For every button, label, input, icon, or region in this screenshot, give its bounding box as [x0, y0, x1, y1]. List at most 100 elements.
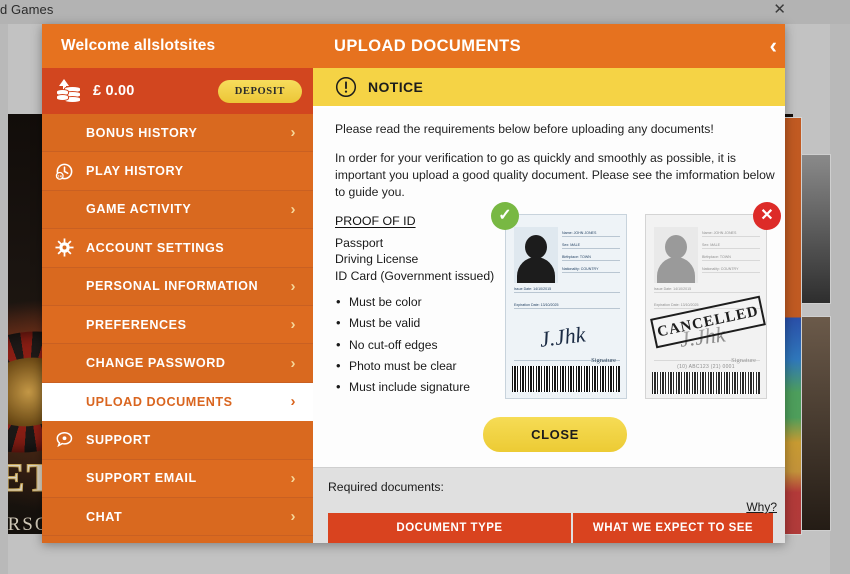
why-link[interactable]: Why?	[746, 500, 777, 514]
clock-icon: 24	[42, 162, 86, 181]
account-modal: Welcome allslotsites £ 0.00 DEPOSIT BONU…	[42, 24, 785, 543]
page-title: UPLOAD DOCUMENTS	[334, 36, 521, 55]
sidebar-item-label: CHANGE PASSWORD	[86, 356, 226, 371]
table-column-header: DOCUMENT TYPE	[328, 513, 571, 543]
browser-tab-bar: d Games ✕	[0, 0, 850, 24]
sidebar-item-support-email[interactable]: SUPPORT EMAIL ›	[42, 459, 313, 498]
barcode-icon	[652, 371, 760, 394]
sidebar-item-preferences[interactable]: PREFERENCES ›	[42, 305, 313, 345]
sidebar-item-label: PLAY HISTORY	[86, 164, 184, 179]
balance-amount: £ 0.00	[93, 83, 135, 99]
notice-label: NOTICE	[368, 79, 424, 95]
sidebar-item-label: BONUS HISTORY	[86, 125, 198, 140]
requirement-item: Must be valid	[335, 316, 503, 338]
chevron-right-icon: ›	[290, 124, 296, 142]
id-field-sex: Sex: MALE	[562, 243, 620, 249]
table-column-header: WHAT WE EXPECT TO SEE	[573, 513, 773, 543]
sidebar-item-chat[interactable]: CHAT ›	[42, 497, 313, 537]
document-type-line: Passport	[335, 235, 384, 250]
id-field-nationality: Nationality: COUNTRY	[702, 267, 760, 273]
deposit-button[interactable]: DEPOSIT	[217, 79, 302, 103]
id-field-nationality: Nationality: COUNTRY	[562, 267, 620, 273]
sidebar-item-upload-documents[interactable]: UPLOAD DOCUMENTS ›	[42, 382, 313, 422]
document-type-line: Driving License	[335, 252, 419, 267]
chevron-right-icon: ›	[290, 316, 296, 334]
requirement-item: Must include signature	[335, 380, 503, 402]
id-field-birthplace: Birthplace: TOWN	[702, 255, 760, 261]
id-field-sex: Sex: MALE	[702, 243, 760, 249]
gear-icon	[42, 238, 86, 257]
signature-label: Signature	[731, 356, 756, 364]
sidebar-menu: BONUS HISTORY › 24 PLAY HISTORY GAME ACTIVIT…	[42, 114, 313, 543]
id-card-cancelled: Name: JOHN JONES Sex: MALE Birthplace: T…	[645, 213, 767, 399]
chat-icon	[42, 430, 86, 449]
requirement-item: Must be color	[335, 295, 503, 317]
sidebar-item-change-password[interactable]: CHANGE PASSWORD ›	[42, 344, 313, 383]
sidebar-item-support[interactable]: SUPPORT	[42, 421, 313, 460]
sidebar-item-bonus-history[interactable]: BONUS HISTORY ›	[42, 114, 313, 153]
chevron-right-icon: ›	[290, 508, 296, 526]
proof-of-id-title: PROOF OF ID	[335, 213, 416, 228]
coins-icon	[56, 79, 82, 103]
barcode-icon	[512, 365, 620, 392]
chevron-right-icon: ›	[290, 469, 296, 487]
sidebar-item-label: SUPPORT	[86, 432, 151, 447]
sidebar-item-label: ACCOUNT SETTINGS	[86, 240, 225, 255]
requirement-item: No cut-off edges	[335, 338, 503, 360]
right-thumbnail-1	[801, 154, 831, 304]
close-icon[interactable]: ✕	[773, 2, 786, 18]
proof-of-id-section: PROOF OF ID Passport Driving License ID Ca…	[335, 201, 781, 403]
signature-label: Signature	[591, 356, 616, 364]
signature-scrawl: J.Jhk	[538, 321, 587, 352]
id-field-expiration-date: Expiration Date: 13/10/2025	[514, 303, 620, 309]
required-documents-section: Required documents: Why? DOCUMENT TYPE WH…	[313, 467, 785, 543]
content-body: Please read the requirements below befor…	[313, 108, 785, 467]
required-documents-table-header: DOCUMENT TYPE WHAT WE EXPECT TO SEE	[328, 513, 777, 543]
right-thumbnail-2	[801, 316, 831, 531]
requirement-item: Photo must be clear	[335, 359, 503, 381]
browser-tab-title: d Games	[0, 2, 54, 17]
svg-text:24: 24	[57, 174, 62, 178]
sidebar-item-label: GAME ACTIVITY	[86, 202, 192, 217]
content-header: UPLOAD DOCUMENTS ‹	[313, 24, 785, 68]
chevron-right-icon: ›	[290, 354, 296, 372]
close-button-row: CLOSE	[335, 416, 775, 466]
id-field-name: Name: JOHN JONES	[562, 231, 620, 237]
id-field-birthplace: Birthplace: TOWN	[562, 255, 620, 261]
chevron-right-icon: ›	[290, 200, 296, 218]
chevron-right-icon: ›	[290, 393, 296, 411]
notice-bar: NOTICE	[313, 68, 785, 108]
sidebar-item-play-history[interactable]: 24 PLAY HISTORY	[42, 152, 313, 191]
lead-text-secondary: In order for your verification to go as …	[335, 150, 775, 200]
id-field-issue-date: Issue Date: 14/10/2015	[514, 287, 620, 293]
id-field-name: Name: JOHN JONES	[702, 231, 760, 237]
accepted-document-types: Passport Driving License ID Card (Governme…	[335, 235, 503, 284]
chevron-left-icon[interactable]: ‹	[770, 35, 777, 57]
example-id-cards: ✓ Name: JOHN JONES Sex: MALE Birthplace:…	[491, 201, 781, 403]
exclamation-circle-icon	[335, 76, 357, 98]
chevron-right-icon: ›	[290, 277, 296, 295]
welcome-banner: Welcome allslotsites	[42, 24, 313, 68]
check-icon: ✓	[491, 201, 519, 230]
account-sidebar: Welcome allslotsites £ 0.00 DEPOSIT BONU…	[42, 24, 313, 543]
balance-bar: £ 0.00 DEPOSIT	[42, 68, 313, 114]
sidebar-item-label: SUPPORT EMAIL	[86, 471, 197, 486]
id-photo	[654, 226, 698, 283]
barcode-text: (10) ABC123 (21) 0001	[677, 363, 735, 370]
sidebar-item-personal-information[interactable]: PERSONAL INFORMATION ›	[42, 267, 313, 306]
modal-content: UPLOAD DOCUMENTS ‹ NOTICE Please read th…	[313, 24, 785, 543]
sidebar-item-label: PERSONAL INFORMATION	[86, 279, 259, 294]
bad-id-example: ✕ Name: JOHN JONES Sex: MALE Birthplace:…	[645, 201, 781, 403]
document-type-line: ID Card (Government issued)	[335, 268, 495, 283]
id-requirements-list: Must be colorMust be validNo cut-off edg…	[335, 295, 503, 402]
sidebar-item-label: UPLOAD DOCUMENTS	[86, 394, 233, 409]
lead-text: Please read the requirements below befor…	[335, 122, 714, 136]
sidebar-item-label: CHAT	[86, 509, 123, 524]
id-photo	[514, 226, 558, 283]
cross-icon: ✕	[753, 201, 781, 230]
sidebar-item-account-settings[interactable]: ACCOUNT SETTINGS	[42, 229, 313, 268]
id-field-issue-date: Issue Date: 14/10/2015	[654, 287, 760, 293]
required-documents-label: Required documents:	[328, 480, 444, 494]
sidebar-item-game-activity[interactable]: GAME ACTIVITY ›	[42, 190, 313, 230]
close-button[interactable]: CLOSE	[483, 416, 627, 452]
